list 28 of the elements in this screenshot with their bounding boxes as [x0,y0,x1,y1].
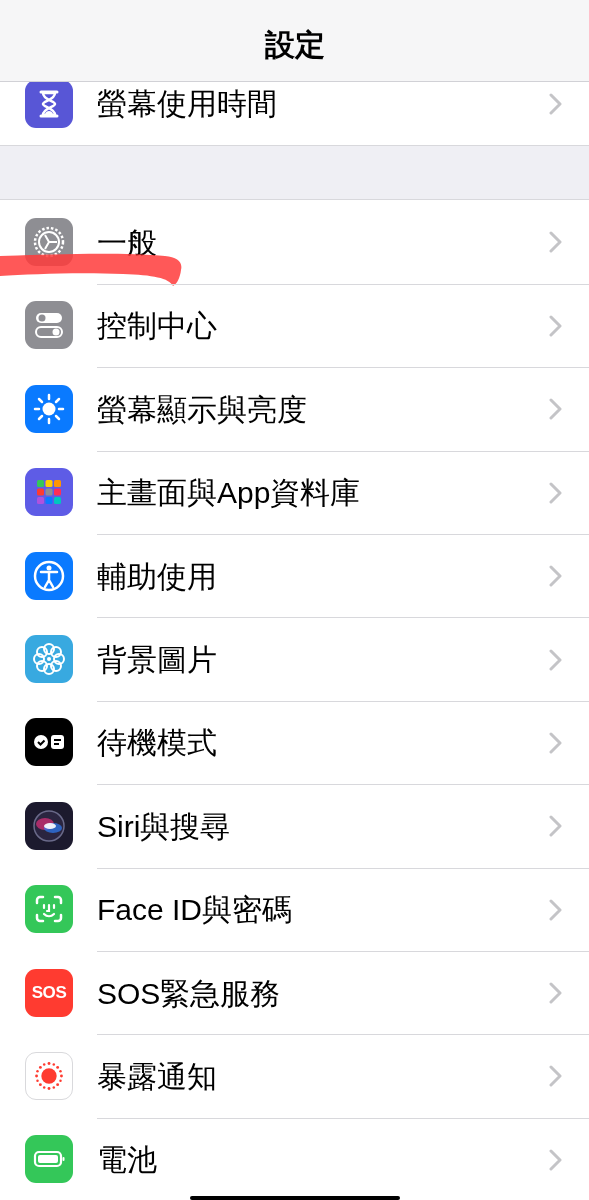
settings-item[interactable]: 電池 [97,1137,549,1183]
chevron-icon [549,1148,562,1171]
settings-item[interactable]: 待機模式 [97,720,549,766]
settings-item[interactable]: 一般 [97,219,549,265]
chevron-icon [549,398,562,421]
chevron-icon [549,1065,562,1088]
settings-item[interactable]: Siri與搜尋 [97,803,549,849]
sos-icon: SOS [25,968,73,1017]
chevron-icon [549,815,562,838]
chevron-icon [549,314,562,337]
settings-item[interactable]: 螢幕使用時間 [97,81,549,127]
chevron-icon [549,481,562,504]
page-title: 設定 [264,27,325,63]
chevron-icon [549,898,562,921]
settings-item[interactable]: 暴露通知 [97,1054,549,1099]
chevron-icon [549,92,562,115]
settings-item[interactable]: 主畫面與App資料庫 [97,470,549,516]
settings-item[interactable]: 輔助使用 [97,553,549,599]
chevron-icon [549,648,562,671]
chevron-icon [549,231,562,254]
settings-item[interactable]: 控制中心 [97,303,549,349]
settings-item[interactable]: SOS緊急服務 [97,970,549,1016]
chevron-icon [549,565,562,588]
settings-item[interactable]: 背景圖片 [97,637,549,683]
chevron-icon [549,731,562,754]
settings-item[interactable]: Face ID與密碼 [97,887,549,933]
settings-item[interactable]: 螢幕顯示與亮度 [97,386,549,432]
chevron-icon [549,982,562,1005]
